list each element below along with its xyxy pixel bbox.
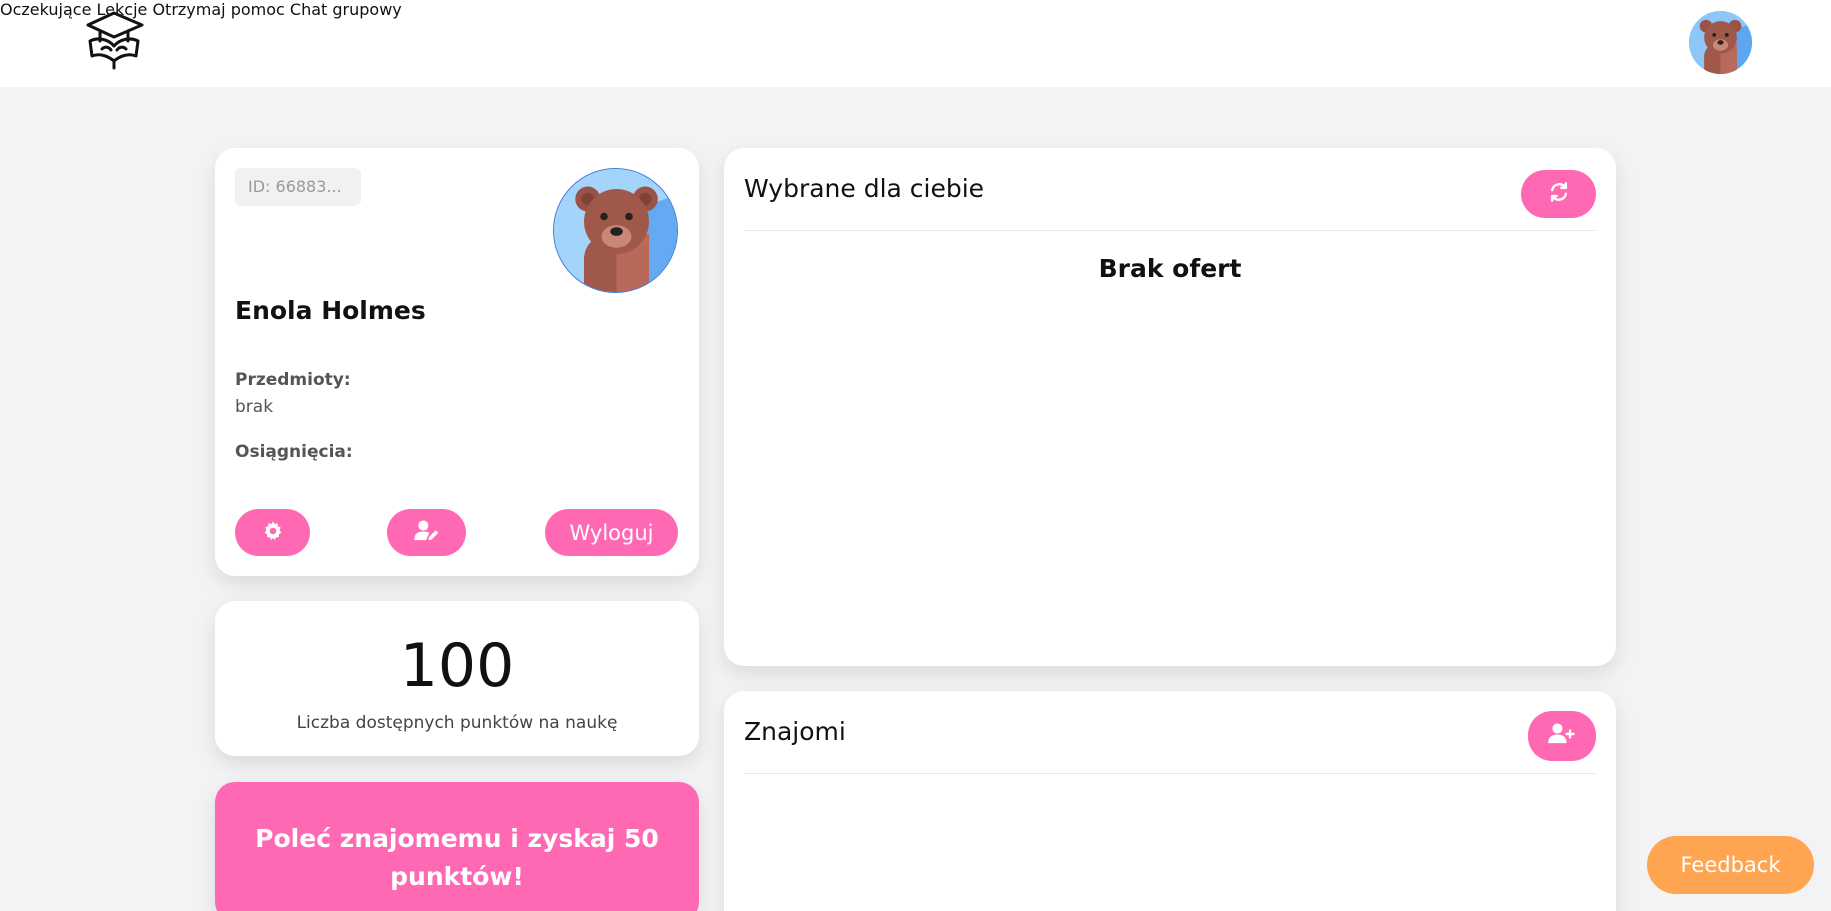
referral-text: Poleć znajomemu i zyskaj 50 punktów! [255,824,659,891]
logout-button[interactable]: Wyloguj [545,509,678,556]
nav-link-group-chat[interactable]: Chat grupowy [290,0,402,19]
offers-card: Wybrane dla ciebie Brak ofert [724,148,1616,666]
add-friend-button[interactable] [1528,711,1596,761]
refresh-icon [1548,181,1570,207]
subjects-label: Przedmioty: [235,370,351,390]
friends-title: Znajomi [744,717,846,746]
achievements-label: Osiągnięcia: [235,442,353,462]
user-edit-icon [413,519,440,546]
nav-avatar-bear-icon[interactable] [1689,11,1752,74]
user-id-badge[interactable]: ID: 66883... [235,168,361,206]
offers-title: Wybrane dla ciebie [744,174,985,203]
refresh-offers-button[interactable] [1521,170,1596,218]
feedback-button[interactable]: Feedback [1647,836,1814,894]
gear-icon [262,520,284,546]
points-label: Liczba dostępnych punktów na naukę [296,713,618,733]
no-offers-text: Brak ofert [1098,254,1242,283]
user-name: Enola Holmes [235,296,426,325]
profile-avatar-bear-icon [553,168,678,293]
subjects-value: brak [235,397,274,417]
friends-divider [744,773,1596,774]
edit-profile-button[interactable] [387,509,466,556]
points-card: 100 Liczba dostępnych punktów na naukę [215,601,699,756]
settings-button[interactable] [235,509,310,556]
app-logo-icon[interactable] [84,10,150,76]
profile-card: ID: 66883... Enola Holmes Przedmioty: br… [215,148,699,576]
top-navbar: Oczekujące Lekcje Otrzymaj pomoc Chat gr… [0,0,1831,87]
points-value: 100 [399,631,515,701]
nav-link-get-help[interactable]: Otrzymaj pomoc [152,0,284,19]
referral-banner[interactable]: Poleć znajomemu i zyskaj 50 punktów! [215,782,699,911]
friends-card: Znajomi [724,691,1616,911]
offers-divider [744,230,1596,231]
user-plus-icon [1548,723,1576,749]
nav-link-pending[interactable]: Oczekujące [0,0,91,19]
